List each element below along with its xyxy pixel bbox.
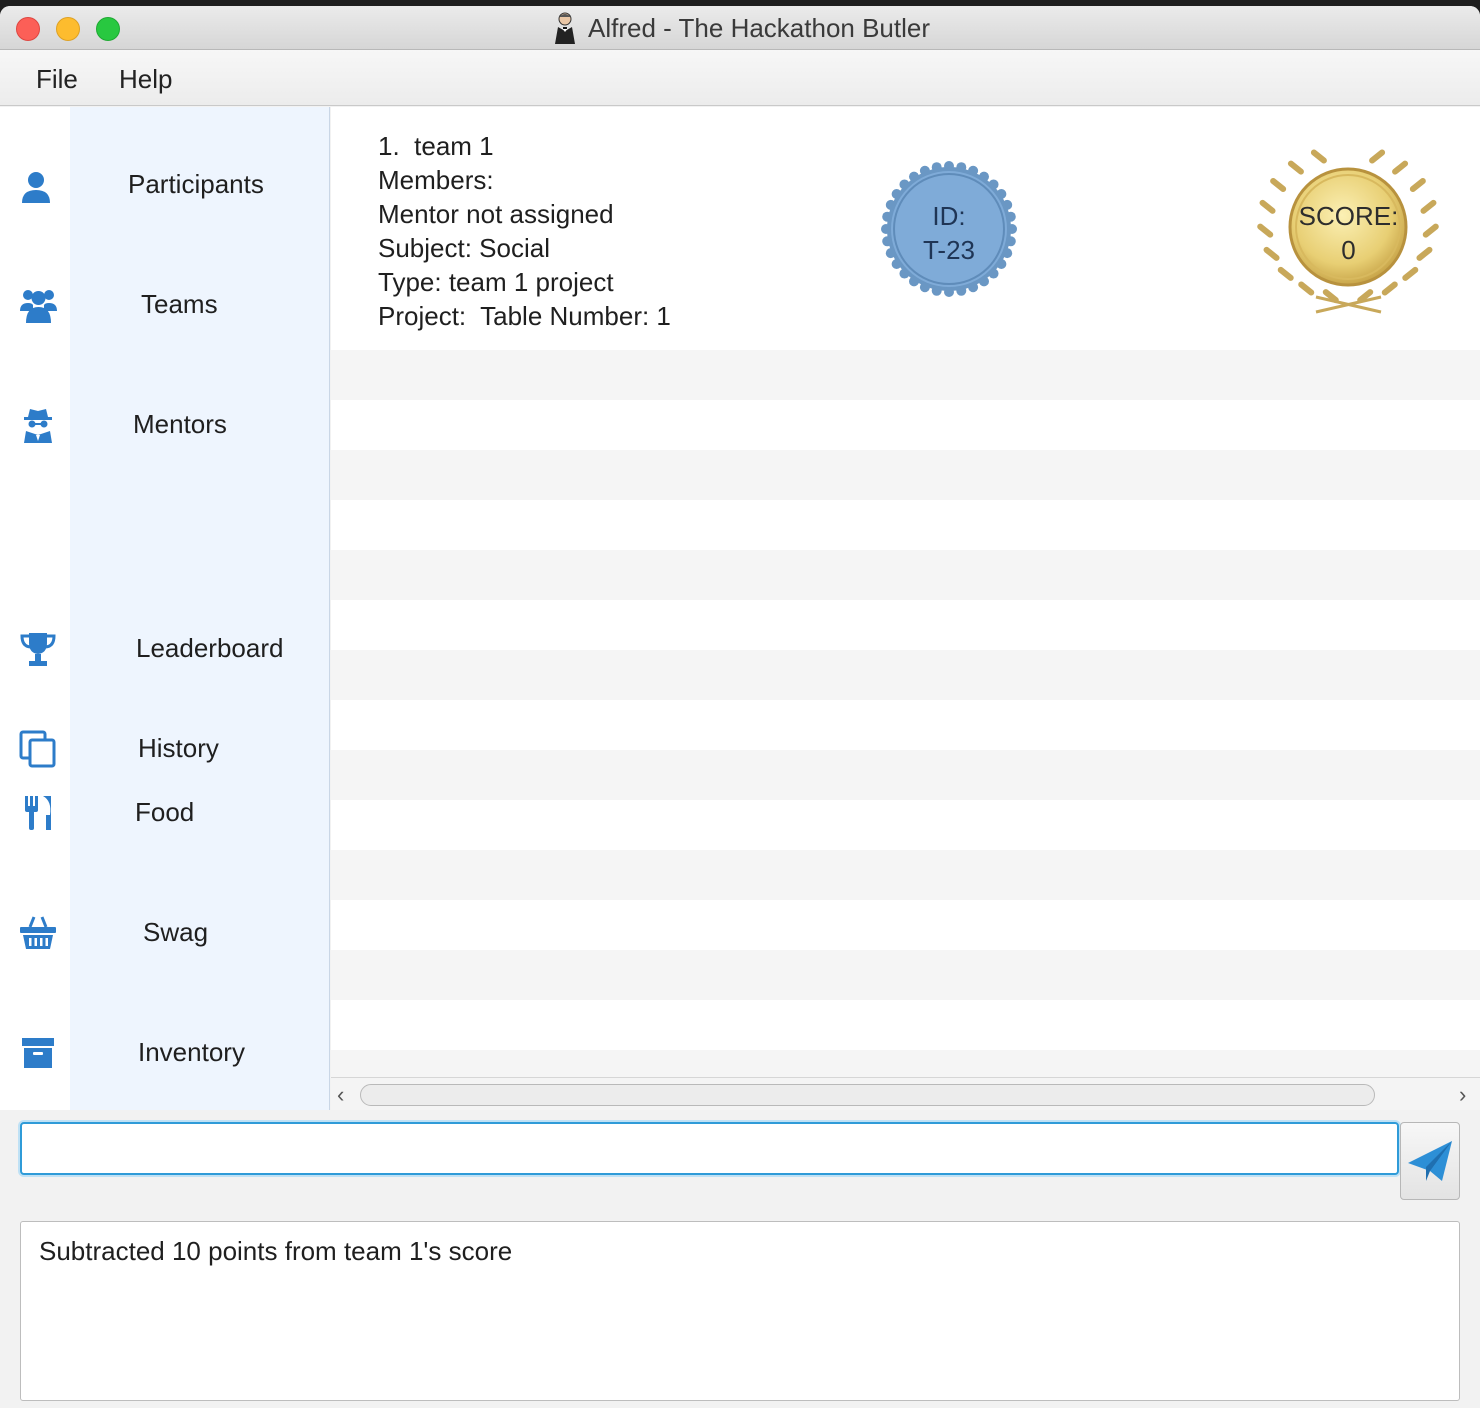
butler-icon (554, 12, 575, 44)
menu-file[interactable]: File (36, 64, 78, 95)
send-button[interactable] (1400, 1122, 1460, 1200)
trophy-icon[interactable] (18, 629, 58, 669)
list-row-empty (331, 1050, 1480, 1077)
title-bar: Alfred - The Hackathon Butler (0, 6, 1480, 50)
archive-icon[interactable] (18, 1033, 58, 1073)
result-message: Subtracted 10 points from team 1's score (39, 1236, 513, 1266)
sidebar-item-swag[interactable]: Swag (143, 917, 208, 948)
utensils-icon[interactable] (18, 793, 58, 833)
command-input[interactable] (20, 1122, 1399, 1175)
score-label: SCORE: (1298, 201, 1399, 231)
sidebar-icon-column (0, 107, 70, 1110)
sidebar-item-inventory[interactable]: Inventory (138, 1037, 245, 1068)
paper-plane-icon (1408, 1141, 1452, 1181)
team-index-name: 1. team 1 (378, 131, 494, 161)
id-value: T-23 (922, 235, 976, 265)
basket-icon[interactable] (18, 913, 58, 953)
id-badge-text: ID: T-23 (879, 199, 1019, 267)
team-members: Members: (378, 165, 494, 195)
list-row-empty (331, 550, 1480, 600)
scroll-right-icon[interactable]: › (1459, 1082, 1466, 1108)
sidebar-item-participants[interactable]: Participants (128, 169, 264, 200)
sidebar-item-food[interactable]: Food (135, 797, 194, 828)
menu-bar: File Help (0, 50, 1480, 106)
window-title: Alfred - The Hackathon Butler (587, 12, 931, 43)
mentor-icon[interactable] (18, 405, 58, 445)
list-row-empty (331, 950, 1480, 1000)
team-list-panel[interactable]: 1. team 1 Members: Mentor not assigned S… (331, 107, 1480, 1077)
scrollbar-thumb[interactable] (360, 1084, 1375, 1106)
team-type: Type: team 1 project (378, 267, 614, 297)
sidebar-item-mentors[interactable]: Mentors (133, 409, 227, 440)
list-row-empty (331, 350, 1480, 400)
team-mentor: Mentor not assigned (378, 199, 614, 229)
copy-icon[interactable] (18, 729, 58, 769)
sidebar-item-history[interactable]: History (138, 733, 219, 764)
score-badge-text: SCORE: 0 (1256, 199, 1441, 267)
team-subject: Subject: Social (378, 233, 550, 263)
window-title-group: Alfred - The Hackathon Butler (0, 6, 1480, 50)
menu-help[interactable]: Help (119, 64, 172, 95)
team-project: Project: Table Number: 1 (378, 301, 671, 331)
id-label: ID: (932, 201, 966, 231)
app-window: Alfred - The Hackathon Butler File Help (0, 6, 1480, 1408)
list-row-empty (331, 850, 1480, 900)
user-icon[interactable] (18, 167, 58, 207)
horizontal-scrollbar[interactable]: ‹ › (331, 1077, 1480, 1110)
list-row-empty (331, 450, 1480, 500)
sidebar: Participants Teams Mentors Leaderboard H… (70, 107, 330, 1110)
score-value: 0 (1341, 235, 1356, 265)
team-card[interactable]: 1. team 1 Members: Mentor not assigned S… (331, 107, 1480, 350)
scroll-left-icon[interactable]: ‹ (337, 1082, 344, 1108)
sidebar-item-leaderboard[interactable]: Leaderboard (136, 633, 283, 664)
sidebar-item-teams[interactable]: Teams (141, 289, 218, 320)
users-icon[interactable] (18, 285, 58, 325)
list-row-empty (331, 650, 1480, 700)
list-row-empty (331, 750, 1480, 800)
result-display[interactable]: Subtracted 10 points from team 1's score (20, 1221, 1460, 1401)
